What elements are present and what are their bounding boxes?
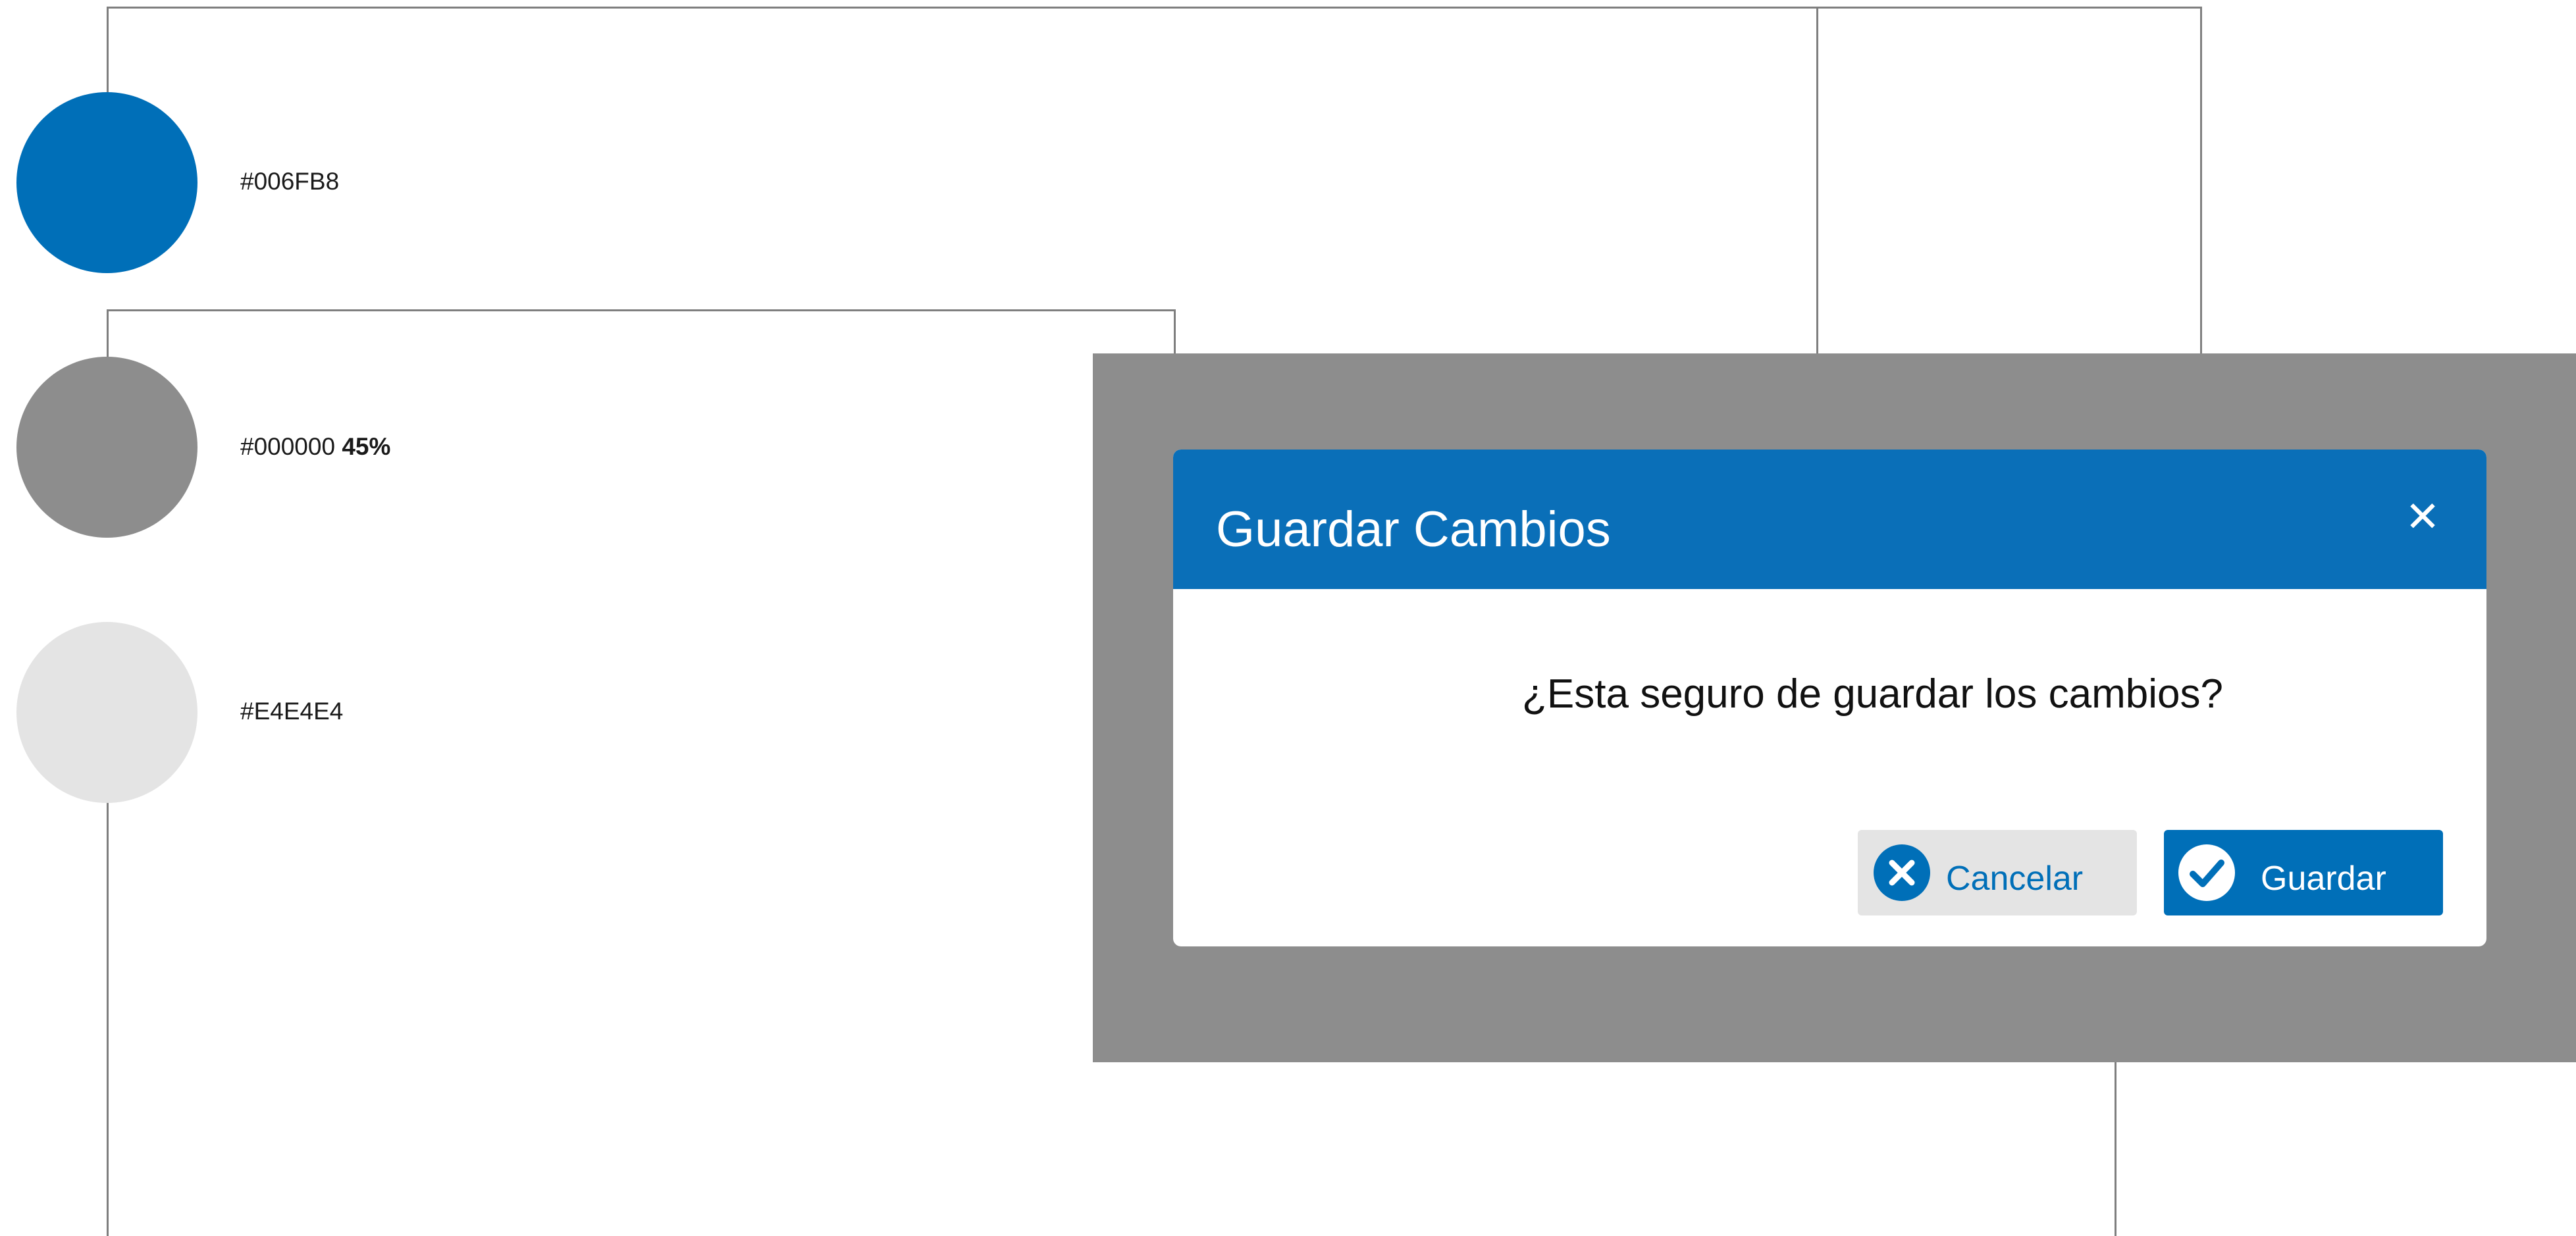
connector-primary-vertical-left [107, 7, 109, 92]
dialog-header: Guardar Cambios ✕ [1173, 450, 2486, 589]
dialog-message: ¿Esta seguro de guardar los cambios? [1522, 671, 2223, 717]
swatch-overlay-opacity: 45% [342, 433, 391, 460]
swatch-primary [16, 92, 197, 273]
swatch-overlay-hex: #000000 [240, 433, 336, 460]
save-button[interactable]: Guardar [2164, 830, 2443, 915]
swatch-secondary-label: #E4E4E4 [240, 698, 344, 725]
check-circle-icon [2178, 844, 2235, 901]
connector-overlay-horizontal [107, 309, 1176, 311]
dialog-title: Guardar Cambios [1216, 502, 1611, 557]
swatch-overlay [16, 357, 197, 538]
swatch-overlay-label: #000000 45% [240, 433, 390, 461]
connector-overlay-vertical-left [107, 309, 109, 357]
swatch-primary-label: #006FB8 [240, 168, 340, 195]
save-button-label: Guardar [2261, 860, 2386, 898]
dialog: Guardar Cambios ✕ ¿Esta seguro de guarda… [1173, 450, 2486, 946]
connector-secondary-vertical [107, 803, 109, 1236]
swatch-secondary [16, 622, 197, 803]
cancel-button-label: Cancelar [1946, 860, 2084, 898]
close-icon[interactable]: ✕ [2403, 496, 2442, 538]
connector-primary-horizontal [107, 7, 2202, 9]
cancel-button[interactable]: Cancelar [1858, 830, 2137, 915]
x-circle-icon [1874, 844, 1930, 901]
